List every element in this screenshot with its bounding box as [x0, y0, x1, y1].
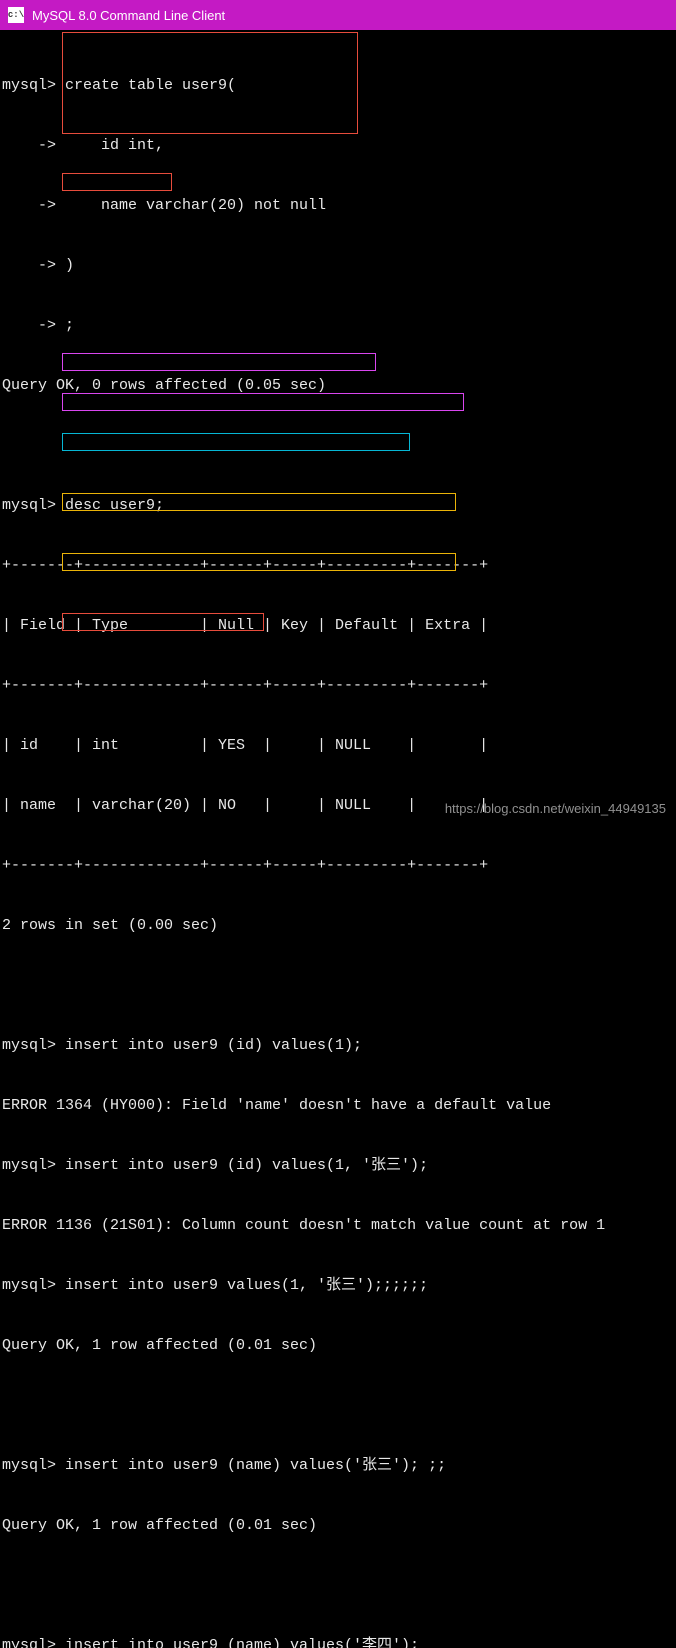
window-title: MySQL 8.0 Command Line Client — [32, 8, 225, 23]
terminal-line: 2 rows in set (0.00 sec) — [2, 916, 674, 936]
terminal-line: +-------+-------------+------+-----+----… — [2, 856, 674, 876]
terminal-line: -> name varchar(20) not null — [2, 196, 674, 216]
terminal-line: -> ) — [2, 256, 674, 276]
terminal-line: -> ; — [2, 316, 674, 336]
terminal-line — [2, 1396, 674, 1416]
highlight-box-desc — [62, 173, 172, 191]
terminal-line: Query OK, 0 rows affected (0.05 sec) — [2, 376, 674, 396]
terminal-line — [2, 976, 674, 996]
terminal-line: mysql> insert into user9 (name) values('… — [2, 1636, 674, 1648]
terminal-line: +-------+-------------+------+-----+----… — [2, 676, 674, 696]
terminal-output[interactable]: mysql> create table user9( -> id int, ->… — [0, 30, 676, 1648]
terminal-line: mysql> insert into user9 (name) values('… — [2, 1456, 674, 1476]
terminal-line: +-------+-------------+------+-----+----… — [2, 556, 674, 576]
terminal-line: -> id int, — [2, 136, 674, 156]
highlight-box-insert1 — [62, 353, 376, 371]
terminal-line: mysql> insert into user9 (id) values(1, … — [2, 1156, 674, 1176]
terminal-line — [2, 1576, 674, 1596]
terminal-line: ERROR 1364 (HY000): Field 'name' doesn't… — [2, 1096, 674, 1116]
terminal-line — [2, 436, 674, 456]
terminal-line: mysql> desc user9; — [2, 496, 674, 516]
terminal-line: Query OK, 1 row affected (0.01 sec) — [2, 1336, 674, 1356]
terminal-line: Query OK, 1 row affected (0.01 sec) — [2, 1516, 674, 1536]
terminal-line: ERROR 1136 (21S01): Column count doesn't… — [2, 1216, 674, 1236]
watermark-text: https://blog.csdn.net/weixin_44949135 — [445, 801, 666, 816]
terminal-line: | id | int | YES | | NULL | | — [2, 736, 674, 756]
window-titlebar: c:\ MySQL 8.0 Command Line Client — [0, 0, 676, 30]
terminal-line: mysql> create table user9( — [2, 76, 674, 96]
app-icon: c:\ — [8, 7, 24, 23]
terminal-line: mysql> insert into user9 values(1, '张三')… — [2, 1276, 674, 1296]
terminal-line: | Field | Type | Null | Key | Default | … — [2, 616, 674, 636]
terminal-line: mysql> insert into user9 (id) values(1); — [2, 1036, 674, 1056]
